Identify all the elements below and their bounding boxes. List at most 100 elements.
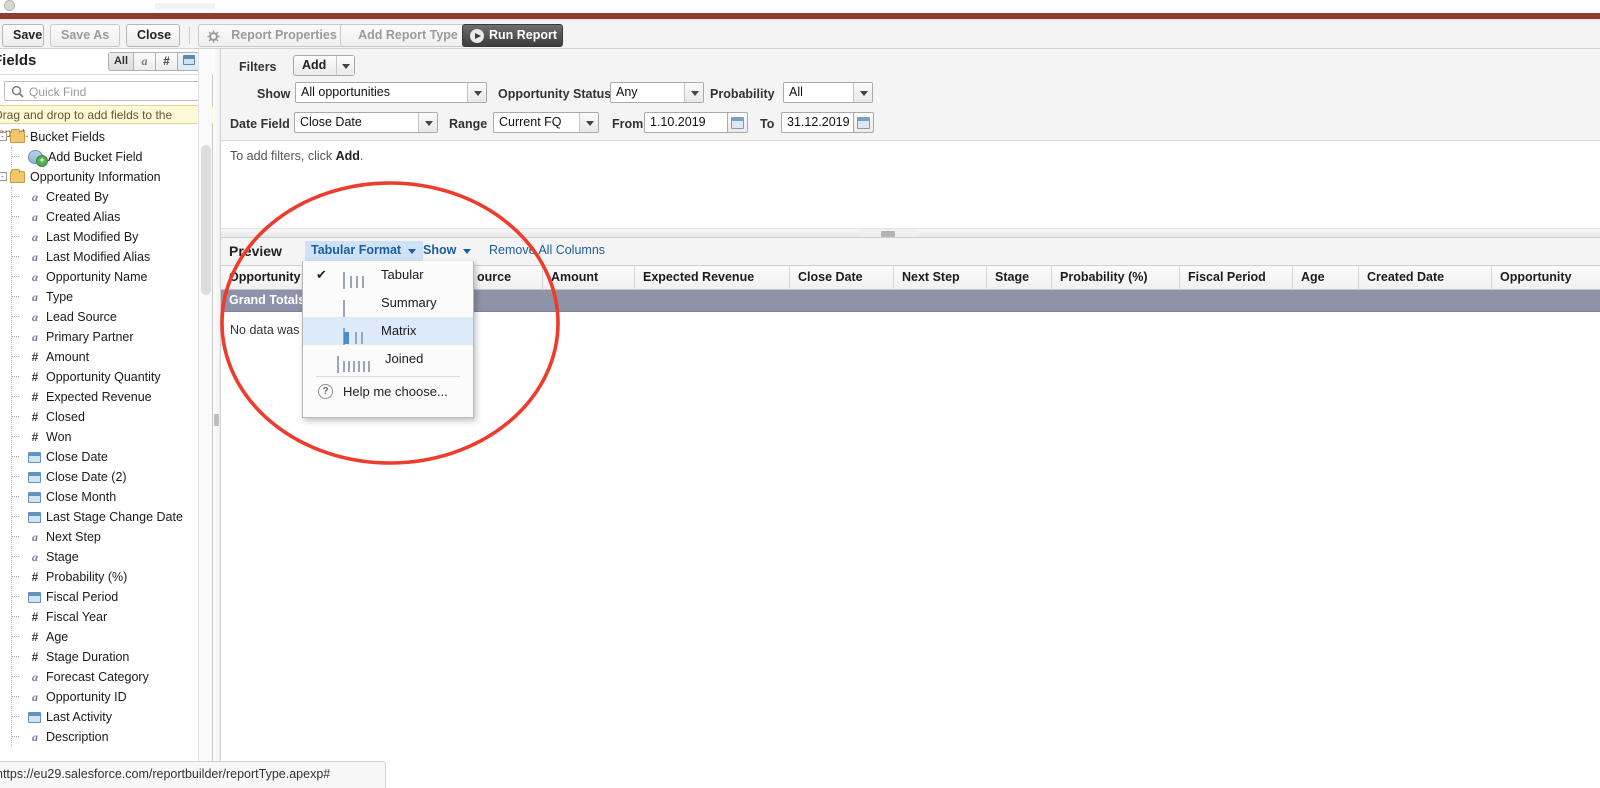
fields-tree-item[interactable]: # Expected Revenue (0, 387, 213, 407)
chevron-down-icon[interactable] (684, 83, 703, 102)
save-as-button[interactable]: Save As (50, 24, 120, 47)
preview-column-header[interactable]: Created Date (1359, 266, 1492, 290)
format-menu-item-tabular[interactable]: ✔ Tabular (303, 261, 473, 289)
preview-column-header[interactable]: Expected Revenue (635, 266, 790, 290)
run-report-button[interactable]: Run Report (462, 24, 563, 47)
remove-all-columns-link[interactable]: Remove All Columns (489, 243, 605, 257)
opportunity-status-select[interactable]: Any (610, 82, 704, 103)
tree-branch (12, 236, 19, 237)
fields-tree-item[interactable]: Close Date (2) (0, 467, 213, 487)
preview-column-header[interactable]: Next Step (894, 266, 987, 290)
fields-tree-item[interactable]: # Probability (%) (0, 567, 213, 587)
format-menu-item-help[interactable]: ? Help me choose... (303, 378, 473, 406)
fields-tree-item-label: Last Activity (46, 710, 112, 724)
date-field-icon (183, 55, 195, 65)
panel-splitter-grip-icon[interactable] (881, 231, 895, 237)
tree-line (11, 547, 12, 567)
fields-tree-item-label: Close Month (46, 490, 117, 504)
fields-tree-item[interactable]: a Forecast Category (0, 667, 213, 687)
fields-tree-group-label: Bucket Fields (30, 130, 106, 144)
chevron-down-icon[interactable] (336, 56, 354, 75)
probability-select[interactable]: All (783, 82, 873, 103)
preview-column-header[interactable]: Fiscal Period (1180, 266, 1293, 290)
fields-tree-item[interactable]: Add Bucket Field (0, 147, 213, 167)
fields-tree-item[interactable]: a Opportunity Name (0, 267, 213, 287)
fields-tree-item[interactable]: a Primary Partner (0, 327, 213, 347)
date-field-select[interactable]: Close Date (294, 112, 438, 133)
fields-tree-item[interactable]: # Amount (0, 347, 213, 367)
preview-column-header[interactable]: Age (1293, 266, 1359, 290)
question-mark-icon: ? (318, 384, 333, 399)
report-toolbar: Save Save As Close Report Properties Add… (0, 21, 1600, 49)
fields-tree-item-label: Last Modified Alias (46, 250, 151, 264)
fields-tree-item[interactable]: # Fiscal Year (0, 607, 213, 627)
fields-tree-group[interactable]: - Opportunity Information (0, 167, 213, 187)
fields-tree-item[interactable]: # Stage Duration (0, 647, 213, 667)
filter-all-button[interactable]: All (107, 52, 134, 71)
from-date-input[interactable]: 1.10.2019 (644, 112, 731, 133)
show-menu-button[interactable]: Show (419, 241, 478, 261)
fields-tree-item[interactable]: Last Stage Change Date (0, 507, 213, 527)
format-menu-item-joined[interactable]: Joined (303, 345, 473, 373)
fields-tree-item[interactable]: a Last Modified By (0, 227, 213, 247)
report-format-menu-button[interactable]: Tabular Format (305, 241, 424, 261)
save-button[interactable]: Save (2, 24, 44, 47)
sidebar-scrollbar[interactable] (198, 49, 212, 761)
fields-tree-item[interactable]: # Won (0, 427, 213, 447)
fields-tree-item[interactable]: Close Month (0, 487, 213, 507)
chevron-down-icon[interactable] (853, 83, 872, 102)
tree-line (11, 247, 12, 267)
fields-tree-group[interactable]: - Bucket Fields (0, 127, 213, 147)
chevron-down-icon (463, 249, 472, 254)
fields-tree-item[interactable]: Close Date (0, 447, 213, 467)
from-date-calendar-button[interactable] (727, 112, 748, 133)
fields-tree-item[interactable]: a Opportunity ID (0, 687, 213, 707)
preview-column-header[interactable]: Probability (%) (1052, 266, 1180, 290)
fields-tree-item[interactable]: a Created Alias (0, 207, 213, 227)
fields-tree-item[interactable]: a Next Step (0, 527, 213, 547)
fields-tree-item[interactable]: a Stage (0, 547, 213, 567)
report-properties-button[interactable]: Report Properties (198, 24, 354, 47)
chevron-down-icon[interactable] (579, 113, 598, 132)
expander-icon[interactable]: - (0, 172, 7, 181)
fields-tree-item[interactable]: Fiscal Period (0, 587, 213, 607)
quick-find-input[interactable]: Quick Find (4, 81, 208, 101)
filter-number-fields-button[interactable]: # (156, 52, 178, 71)
preview-column-header[interactable]: Opportunity (1492, 266, 1600, 290)
preview-column-header[interactable]: Close Date (790, 266, 894, 290)
text-field-icon: a (32, 250, 38, 264)
range-select[interactable]: Current FQ (493, 112, 599, 133)
chevron-down-icon[interactable] (418, 113, 437, 132)
tree-branch (12, 596, 19, 597)
chevron-down-icon[interactable] (467, 83, 486, 102)
fields-tree-item[interactable]: # Opportunity Quantity (0, 367, 213, 387)
format-menu-item-summary[interactable]: Summary (303, 289, 473, 317)
preview-column-header[interactable]: Stage (987, 266, 1052, 290)
to-date-calendar-button[interactable] (853, 112, 874, 133)
fields-tree-item[interactable]: # Age (0, 627, 213, 647)
fields-tree-item-label: Last Modified By (46, 230, 139, 244)
fields-tree-item[interactable]: a Type (0, 287, 213, 307)
format-menu-item-matrix[interactable]: Matrix (303, 317, 473, 345)
fields-tree-item[interactable]: a Lead Source (0, 307, 213, 327)
show-select[interactable]: All opportunities (295, 82, 487, 103)
sidebar-scrollbar-thumb[interactable] (201, 145, 211, 295)
fields-tree-item[interactable]: a Last Modified Alias (0, 247, 213, 267)
fields-tree-item-label: Age (46, 630, 69, 644)
filter-text-fields-button[interactable]: a (134, 52, 156, 71)
add-filter-button[interactable]: Add (293, 55, 355, 76)
expander-icon[interactable]: - (0, 132, 7, 141)
fields-tree-item[interactable]: a Description (0, 727, 213, 747)
add-report-type-button[interactable]: Add Report Type (340, 24, 476, 47)
fields-tree-item[interactable]: a Created By (0, 187, 213, 207)
preview-column-header[interactable]: ource (469, 266, 543, 290)
preview-column-header[interactable]: Amount (543, 266, 635, 290)
number-field-icon: # (31, 610, 39, 624)
fields-tree-item[interactable]: # Closed (0, 407, 213, 427)
fields-tree-item-label: Amount (46, 350, 90, 364)
close-button[interactable]: Close (126, 24, 180, 47)
date-field-icon (28, 452, 41, 463)
sidebar-collapse-handle[interactable] (213, 49, 221, 761)
panel-splitter[interactable] (221, 228, 1600, 238)
fields-tree-item[interactable]: Last Activity (0, 707, 213, 727)
